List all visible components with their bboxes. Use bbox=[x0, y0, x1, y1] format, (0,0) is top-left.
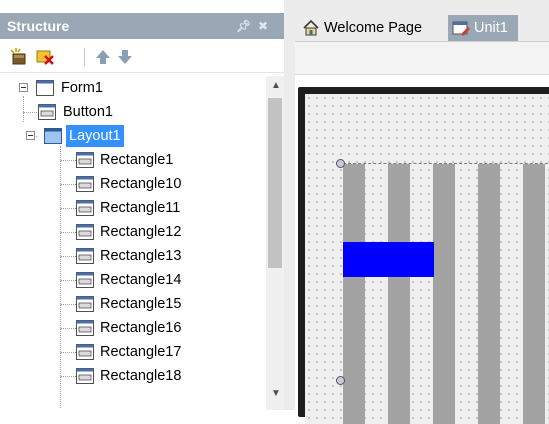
collapse-toggle-icon[interactable] bbox=[26, 131, 35, 140]
editor-tabs: Welcome Page Unit1 bbox=[295, 13, 549, 42]
structure-panel-title: Structure bbox=[7, 18, 70, 34]
tree-node-label: Rectangle1 bbox=[100, 152, 174, 168]
component-icon bbox=[76, 176, 94, 192]
scroll-up-icon[interactable]: ▲ bbox=[271, 80, 281, 91]
component-icon bbox=[76, 320, 94, 336]
layout-icon bbox=[44, 128, 62, 144]
tree-node-label: Rectangle12 bbox=[100, 224, 182, 240]
close-icon[interactable]: ✖ bbox=[258, 13, 268, 39]
structure-panel: Structure 📌︎ ✖ Form1 Button1 Layout1 Rec… bbox=[0, 0, 284, 410]
tree-node-rectangle[interactable]: Rectangle16 bbox=[0, 316, 260, 340]
form-designer-canvas[interactable] bbox=[295, 75, 549, 424]
pin-icon[interactable]: 📌︎ bbox=[236, 13, 251, 39]
editor-area: Welcome Page Unit1 bbox=[295, 0, 549, 424]
tree-node-layout1[interactable]: Layout1 bbox=[0, 124, 260, 148]
rectangle-component[interactable] bbox=[478, 164, 500, 424]
tree-node-rectangle[interactable]: Rectangle10 bbox=[0, 172, 260, 196]
tree-node-rectangle[interactable]: Rectangle14 bbox=[0, 268, 260, 292]
layout1-component[interactable] bbox=[343, 163, 549, 424]
component-icon bbox=[76, 296, 94, 312]
form1-design-frame[interactable] bbox=[298, 87, 549, 424]
tab-label: Welcome Page bbox=[324, 20, 423, 36]
tree-node-rectangle[interactable]: Rectangle18 bbox=[0, 364, 260, 388]
add-component-icon[interactable] bbox=[8, 46, 30, 68]
tree-node-button1[interactable]: Button1 bbox=[0, 100, 260, 124]
tree-node-label: Layout1 bbox=[66, 125, 124, 147]
component-icon bbox=[76, 200, 94, 216]
move-down-icon[interactable] bbox=[114, 46, 136, 68]
structure-tree: Form1 Button1 Layout1 Rectangle1 Rectang… bbox=[0, 76, 266, 410]
rectangle-component[interactable] bbox=[388, 164, 410, 424]
tree-node-label: Button1 bbox=[63, 104, 113, 120]
component-icon bbox=[76, 152, 94, 168]
home-icon bbox=[303, 19, 319, 36]
tab-unit1[interactable]: Unit1 bbox=[448, 15, 518, 41]
component-icon bbox=[76, 368, 94, 384]
move-up-icon[interactable] bbox=[92, 46, 114, 68]
component-icon bbox=[76, 272, 94, 288]
tree-node-label: Form1 bbox=[61, 80, 103, 96]
tree-node-rectangle[interactable]: Rectangle15 bbox=[0, 292, 260, 316]
tree-node-rectangle[interactable]: Rectangle13 bbox=[0, 244, 260, 268]
tree-node-label: Rectangle16 bbox=[100, 320, 182, 336]
scroll-down-icon[interactable]: ▼ bbox=[271, 388, 281, 399]
tree-node-label: Rectangle13 bbox=[100, 248, 182, 264]
form1-client-area[interactable] bbox=[305, 94, 549, 424]
delete-component-icon[interactable] bbox=[34, 46, 56, 68]
rectangle-component[interactable] bbox=[523, 164, 545, 424]
tree-node-rectangle[interactable]: Rectangle1 bbox=[0, 148, 260, 172]
tree-node-label: Rectangle15 bbox=[100, 296, 182, 312]
tree-node-rectangle[interactable]: Rectangle12 bbox=[0, 220, 260, 244]
structure-panel-header: Structure 📌︎ ✖ bbox=[0, 13, 284, 39]
tree-node-form1[interactable]: Form1 bbox=[0, 76, 260, 100]
tree-node-rectangle[interactable]: Rectangle17 bbox=[0, 340, 260, 364]
designer-toolbar bbox=[295, 42, 549, 75]
tree-vertical-scrollbar[interactable]: ▲ ▼ bbox=[266, 76, 284, 410]
rectangle-component[interactable] bbox=[343, 164, 365, 424]
tree-node-label: Rectangle17 bbox=[100, 344, 182, 360]
panel-splitter[interactable] bbox=[284, 0, 295, 410]
component-icon bbox=[76, 224, 94, 240]
component-icon bbox=[76, 248, 94, 264]
tree-node-label: Rectangle18 bbox=[100, 368, 182, 384]
selection-grip-handle[interactable] bbox=[336, 159, 345, 168]
structure-toolbar bbox=[0, 42, 284, 73]
tree-node-label: Rectangle11 bbox=[100, 200, 181, 216]
tree-node-label: Rectangle10 bbox=[100, 176, 182, 192]
form-icon bbox=[36, 80, 54, 96]
toolbar-separator bbox=[84, 48, 85, 66]
tab-label: Unit1 bbox=[474, 20, 508, 36]
component-icon bbox=[76, 344, 94, 360]
tree-node-rectangle[interactable]: Rectangle11 bbox=[0, 196, 260, 220]
collapse-toggle-icon[interactable] bbox=[19, 83, 28, 92]
rectangle-component[interactable] bbox=[433, 164, 455, 424]
tree-node-label: Rectangle14 bbox=[100, 272, 182, 288]
blue-rectangle-component[interactable] bbox=[343, 242, 434, 277]
tab-welcome-page[interactable]: Welcome Page bbox=[302, 15, 448, 41]
scrollbar-thumb[interactable] bbox=[268, 98, 282, 268]
selection-grip-handle[interactable] bbox=[336, 376, 345, 385]
component-icon bbox=[38, 104, 56, 120]
unit-form-icon bbox=[452, 21, 470, 36]
